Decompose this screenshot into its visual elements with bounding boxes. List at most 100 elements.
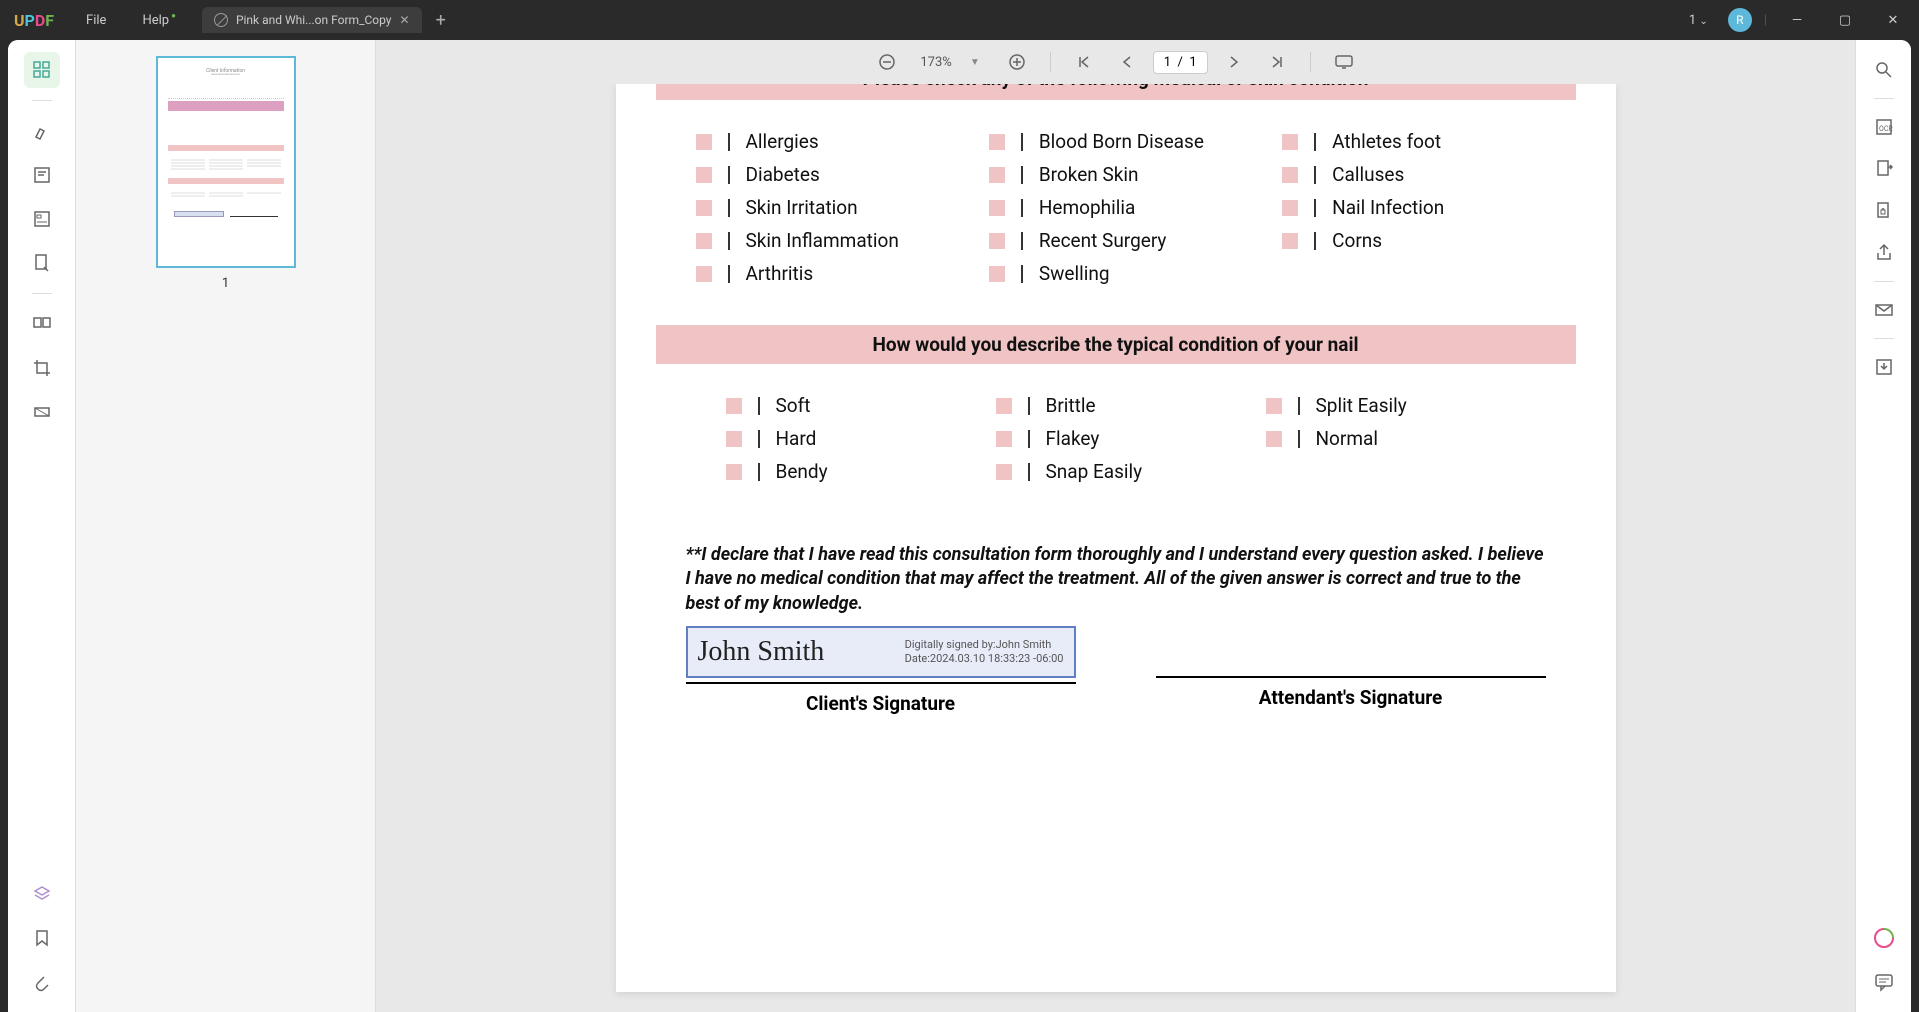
checkbox[interactable] xyxy=(696,233,712,249)
email-icon[interactable] xyxy=(1866,292,1902,328)
ai-icon[interactable] xyxy=(1866,920,1902,956)
menu-help[interactable]: Help● xyxy=(124,13,191,28)
redact-icon[interactable] xyxy=(24,394,60,430)
right-toolbar: OCR xyxy=(1855,40,1911,1012)
first-page-button[interactable] xyxy=(1069,47,1099,77)
checkbox-label: Skin Inflammation xyxy=(746,229,899,252)
new-tab-button[interactable]: + xyxy=(422,10,460,31)
page-thumbnail[interactable]: Client Information MANICURE & PEDICURE S… xyxy=(156,56,296,268)
section-medical-header: Please check any of the following medica… xyxy=(656,84,1576,100)
checkbox-row: Skin Irritation xyxy=(696,196,949,219)
checkbox[interactable] xyxy=(989,233,1005,249)
checkbox[interactable] xyxy=(989,134,1005,150)
client-signature-label: Client's Signature xyxy=(686,692,1076,715)
checkbox-row: Calluses xyxy=(1282,163,1535,186)
signature-name: John Smith xyxy=(698,636,825,668)
form-icon[interactable] xyxy=(24,201,60,237)
checkbox-label: Normal xyxy=(1316,427,1378,450)
checkbox-label: Brittle xyxy=(1046,394,1096,417)
page-edit-icon[interactable] xyxy=(24,245,60,281)
signature-metadata: Digitally signed by:John Smith Date:2024… xyxy=(905,638,1064,667)
window-count[interactable]: 1 ⌄ xyxy=(1689,13,1716,28)
checkbox[interactable] xyxy=(996,398,1012,414)
save-icon[interactable] xyxy=(1866,349,1902,385)
checkbox-row: Swelling xyxy=(989,262,1242,285)
checkbox[interactable] xyxy=(1282,200,1298,216)
checkbox[interactable] xyxy=(726,464,742,480)
zoom-value: 173% xyxy=(914,55,957,70)
checkbox[interactable] xyxy=(696,134,712,150)
checkbox[interactable] xyxy=(989,167,1005,183)
zoom-out-button[interactable] xyxy=(872,47,902,77)
checkbox[interactable] xyxy=(996,464,1012,480)
document-tab[interactable]: Pink and Whi...on Form_Copy ✕ xyxy=(202,7,422,33)
zoom-dropdown-icon[interactable]: ▼ xyxy=(970,57,990,68)
checkbox-label: Corns xyxy=(1332,229,1382,252)
menu-file[interactable]: File xyxy=(68,13,124,28)
organize-icon[interactable] xyxy=(24,306,60,342)
client-signature-field[interactable]: John Smith Digitally signed by:John Smit… xyxy=(686,626,1076,678)
attachment-icon[interactable] xyxy=(24,964,60,1000)
comment-icon[interactable] xyxy=(1866,964,1902,1000)
checkbox-row: Bendy xyxy=(726,460,966,483)
attendant-signature-label: Attendant's Signature xyxy=(1156,686,1546,709)
checkbox-label: Arthritis xyxy=(746,262,814,285)
last-page-button[interactable] xyxy=(1262,47,1292,77)
crop-icon[interactable] xyxy=(24,350,60,386)
checkbox-row: Recent Surgery xyxy=(989,229,1242,252)
next-page-button[interactable] xyxy=(1220,47,1250,77)
left-toolbar xyxy=(8,40,76,1012)
checkbox-row: Broken Skin xyxy=(989,163,1242,186)
checkbox-label: Calluses xyxy=(1332,163,1404,186)
maximize-button[interactable]: ▢ xyxy=(1827,5,1863,35)
zoom-in-button[interactable] xyxy=(1002,47,1032,77)
checkbox-label: Athletes foot xyxy=(1332,130,1441,153)
checkbox[interactable] xyxy=(1266,398,1282,414)
prev-page-button[interactable] xyxy=(1111,47,1141,77)
checkbox-label: Hard xyxy=(776,427,817,450)
checkbox-row: Snap Easily xyxy=(996,460,1236,483)
checkbox[interactable] xyxy=(1266,431,1282,447)
checkbox-label: Recent Surgery xyxy=(1039,229,1167,252)
checkbox-label: Broken Skin xyxy=(1039,163,1139,186)
layers-icon[interactable] xyxy=(24,876,60,912)
checkbox-row: Allergies xyxy=(696,130,949,153)
tab-close-icon[interactable]: ✕ xyxy=(400,13,410,27)
checkbox[interactable] xyxy=(726,431,742,447)
thumbnails-icon[interactable] xyxy=(24,52,60,88)
checkbox[interactable] xyxy=(1282,233,1298,249)
share-icon[interactable] xyxy=(1866,235,1902,271)
checkbox[interactable] xyxy=(989,266,1005,282)
export-icon[interactable] xyxy=(1866,151,1902,187)
bookmark-icon[interactable] xyxy=(24,920,60,956)
minimize-button[interactable]: — xyxy=(1779,5,1815,35)
checkbox[interactable] xyxy=(696,167,712,183)
user-avatar[interactable]: R xyxy=(1728,8,1752,32)
checkbox-label: Swelling xyxy=(1039,262,1110,285)
checkbox[interactable] xyxy=(1282,167,1298,183)
checkbox-row: Athletes foot xyxy=(1282,130,1535,153)
ocr-icon[interactable]: OCR xyxy=(1866,109,1902,145)
checkbox[interactable] xyxy=(989,200,1005,216)
checkbox-row: Flakey xyxy=(996,427,1236,450)
checkbox-row: Arthritis xyxy=(696,262,949,285)
svg-text:OCR: OCR xyxy=(1879,125,1893,133)
checkbox-row: Normal xyxy=(1266,427,1506,450)
presentation-icon[interactable] xyxy=(1329,47,1359,77)
search-icon[interactable] xyxy=(1866,52,1902,88)
title-bar: UPDF File Help● Pink and Whi...on Form_C… xyxy=(0,0,1919,40)
checkbox[interactable] xyxy=(726,398,742,414)
page-indicator[interactable]: 1 / 1 xyxy=(1153,51,1208,74)
document-page: Please check any of the following medica… xyxy=(616,84,1616,992)
checkbox-label: Allergies xyxy=(746,130,819,153)
checkbox-row: Blood Born Disease xyxy=(989,130,1242,153)
edit-text-icon[interactable] xyxy=(24,157,60,193)
protect-icon[interactable] xyxy=(1866,193,1902,229)
checkbox[interactable] xyxy=(1282,134,1298,150)
declaration-text: **I declare that I have read this consul… xyxy=(656,523,1576,626)
checkbox[interactable] xyxy=(996,431,1012,447)
checkbox[interactable] xyxy=(696,266,712,282)
close-button[interactable]: ✕ xyxy=(1875,5,1911,35)
highlighter-icon[interactable] xyxy=(24,113,60,149)
checkbox[interactable] xyxy=(696,200,712,216)
